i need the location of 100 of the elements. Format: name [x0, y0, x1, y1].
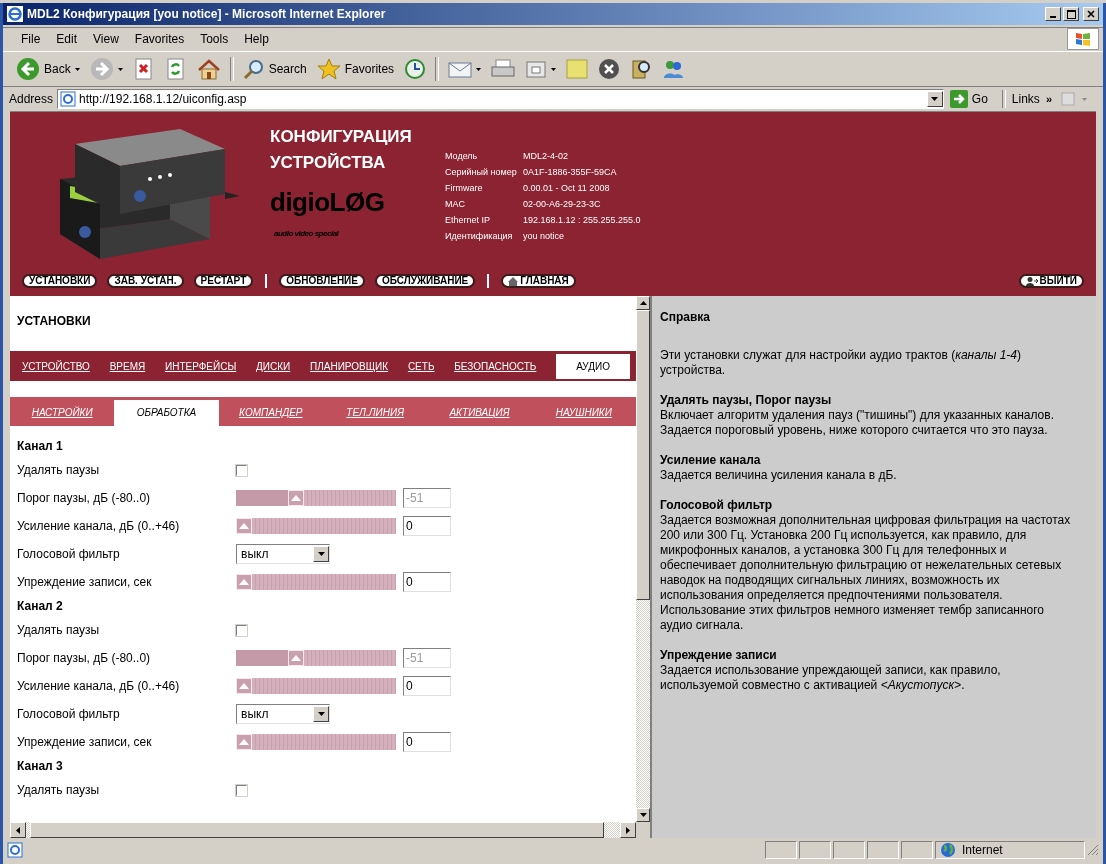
- info-value: you notice: [523, 230, 566, 243]
- close-button[interactable]: [1083, 7, 1099, 21]
- menu-item[interactable]: Help: [236, 32, 277, 46]
- house-icon: [508, 276, 519, 286]
- field-label: Упреждение записи, сек: [17, 575, 153, 589]
- nav-button[interactable]: ГЛАВНАЯ: [501, 274, 576, 288]
- tab[interactable]: ВРЕМЯ: [109, 360, 146, 372]
- caret-icon: [74, 67, 80, 71]
- caret-icon: [931, 97, 939, 101]
- nav-button[interactable]: УСТАНОВКИ: [22, 274, 98, 288]
- slider[interactable]: [236, 650, 396, 666]
- field-label: Удалять паузы: [17, 463, 101, 477]
- maximize-button[interactable]: [1063, 7, 1079, 21]
- subtab[interactable]: НАСТРОЙКИ: [10, 400, 115, 426]
- help-text: Включает алгоритм удаления пауз ("тишины") для указанных каналов. Задается пороговый уровень, ниже которого считается что это пауза.: [660, 408, 1055, 438]
- menu-item[interactable]: Edit: [48, 32, 86, 46]
- caret-icon: [117, 67, 123, 71]
- number-field[interactable]: 0: [403, 732, 451, 752]
- checkbox[interactable]: [236, 464, 247, 476]
- help-heading: Упреждение записи: [660, 648, 778, 663]
- logo-tagline: audio video special: [274, 228, 340, 240]
- checkbox[interactable]: [236, 784, 247, 796]
- back-button[interactable]: Back: [13, 55, 83, 83]
- address-label: Address: [9, 92, 54, 106]
- nav-button[interactable]: ЗАВ. УСТАН.: [107, 274, 184, 288]
- tab[interactable]: АУДИО: [556, 353, 630, 379]
- slider[interactable]: [236, 518, 396, 534]
- nav-button[interactable]: ОБНОВЛЕНИЕ: [279, 274, 365, 288]
- nav-button[interactable]: РЕСТАРТ: [193, 274, 254, 288]
- help-text: Задается возможная дополнительная цифровая фильтрация на частотах 200 или 300 Гц. Установка 200 Гц используется, как правило, для микрофонных каналов, а установка 300 Гц для телефонных и обеспечивает дополнительную фильтрацию от нежелательных сетевых наводок на подводящих сигнальных линиях, возможность их использования определяется предпочтениями пользователя. Использование этих фильтров немного изменяет тембр записанного аудио сигнала.: [660, 513, 1072, 633]
- subtab[interactable]: ОБРАБОТКА: [114, 400, 219, 426]
- chevron-button[interactable]: »: [1045, 93, 1052, 105]
- window-title: MDL2 Конфигурация [you notice] - Microsoft Internet Explorer: [27, 7, 387, 21]
- window-icon: [1060, 91, 1076, 107]
- number-field[interactable]: 0: [403, 516, 451, 536]
- menu-item[interactable]: File: [13, 32, 49, 46]
- help-heading: Усиление канала: [660, 453, 762, 468]
- menu-item[interactable]: Favorites: [126, 32, 193, 46]
- slider[interactable]: [236, 574, 396, 590]
- brand-logo: digioLØG: [270, 187, 385, 217]
- subtab[interactable]: ТЕЛ.ЛИНИЯ: [323, 400, 428, 426]
- left-arrow-icon: [16, 826, 20, 834]
- page-icon: [7, 842, 23, 858]
- address-field[interactable]: http://192.168.1.12/uiconfig.asp: [79, 92, 924, 106]
- slider-thumb[interactable]: [236, 678, 252, 694]
- go-button[interactable]: Go: [947, 90, 998, 108]
- number-field[interactable]: 0: [403, 676, 451, 696]
- search-button[interactable]: Search: [239, 56, 310, 82]
- slider[interactable]: [236, 734, 396, 750]
- tab[interactable]: УСТРОЙСТВО: [22, 360, 90, 372]
- scrollbar[interactable]: [10, 822, 636, 838]
- slider-thumb[interactable]: [236, 574, 252, 590]
- star-icon: [316, 58, 341, 80]
- minimize-button[interactable]: [1045, 7, 1061, 21]
- page-icon: [60, 91, 77, 107]
- caret-icon: [317, 552, 325, 556]
- nav-button[interactable]: ОБСЛУЖИВАНИЕ: [374, 274, 476, 288]
- slider[interactable]: [236, 490, 396, 506]
- number-field[interactable]: 0: [403, 572, 451, 592]
- up-arrow-icon: [639, 301, 647, 305]
- tab[interactable]: ПЛАНИРОВЩИК: [310, 360, 389, 372]
- help-title: Справка: [660, 310, 711, 325]
- tab[interactable]: ИНТЕРФЕЙСЫ: [165, 360, 237, 372]
- caret-icon: [317, 712, 325, 716]
- dropdown[interactable]: выкл: [236, 544, 330, 564]
- forward-icon: [89, 57, 114, 81]
- status-pane: [799, 841, 831, 859]
- field-label: Усиление канала, дБ (0..+46): [17, 679, 181, 693]
- right-arrow-icon: [626, 826, 630, 834]
- subtab[interactable]: АКТИВАЦИЯ: [427, 400, 532, 426]
- slider[interactable]: [236, 678, 396, 694]
- slider-thumb[interactable]: [236, 518, 252, 534]
- caret-icon: [1082, 97, 1087, 101]
- zone-label: Internet: [962, 843, 1003, 857]
- favorites-button[interactable]: Favorites: [313, 56, 398, 82]
- close-icon: [1087, 10, 1095, 18]
- globe-icon: [940, 842, 956, 858]
- info-label: Серийный номер: [445, 166, 518, 179]
- dropdown[interactable]: выкл: [236, 704, 330, 724]
- scrollbar[interactable]: [636, 296, 650, 822]
- arrow-icon: [949, 90, 968, 108]
- logout-button[interactable]: ВЫЙТИ: [1018, 274, 1084, 288]
- dropdown-button[interactable]: [926, 91, 943, 107]
- tab[interactable]: БЕЗОПАСНОСТЬ: [454, 360, 537, 372]
- caret-icon: [476, 67, 482, 71]
- page-title: КОНФИГУРАЦИЯ УСТРОЙСТВА: [270, 126, 413, 174]
- field-label: Голосовой фильтр: [17, 707, 121, 721]
- channel-heading: Канал 3: [17, 758, 64, 775]
- address-box[interactable]: http://192.168.1.12/uiconfig.asp: [57, 89, 944, 109]
- subtab[interactable]: КОМПАНДЕР: [218, 400, 323, 426]
- tab[interactable]: ДИСКИ: [256, 360, 291, 372]
- subtab[interactable]: НАУШНИКИ: [531, 400, 636, 426]
- checkbox[interactable]: [236, 624, 247, 636]
- help-text: Эти установки служат для настройки аудио трактов (каналы 1-4) устройства.: [660, 348, 1022, 378]
- status-pane: [833, 841, 865, 859]
- tab[interactable]: СЕТЬ: [407, 360, 435, 372]
- links-link[interactable]: Links: [1009, 92, 1042, 106]
- slider-thumb[interactable]: [236, 734, 252, 750]
- menu-item[interactable]: View: [85, 32, 127, 46]
- menu-item[interactable]: Tools: [192, 32, 237, 46]
